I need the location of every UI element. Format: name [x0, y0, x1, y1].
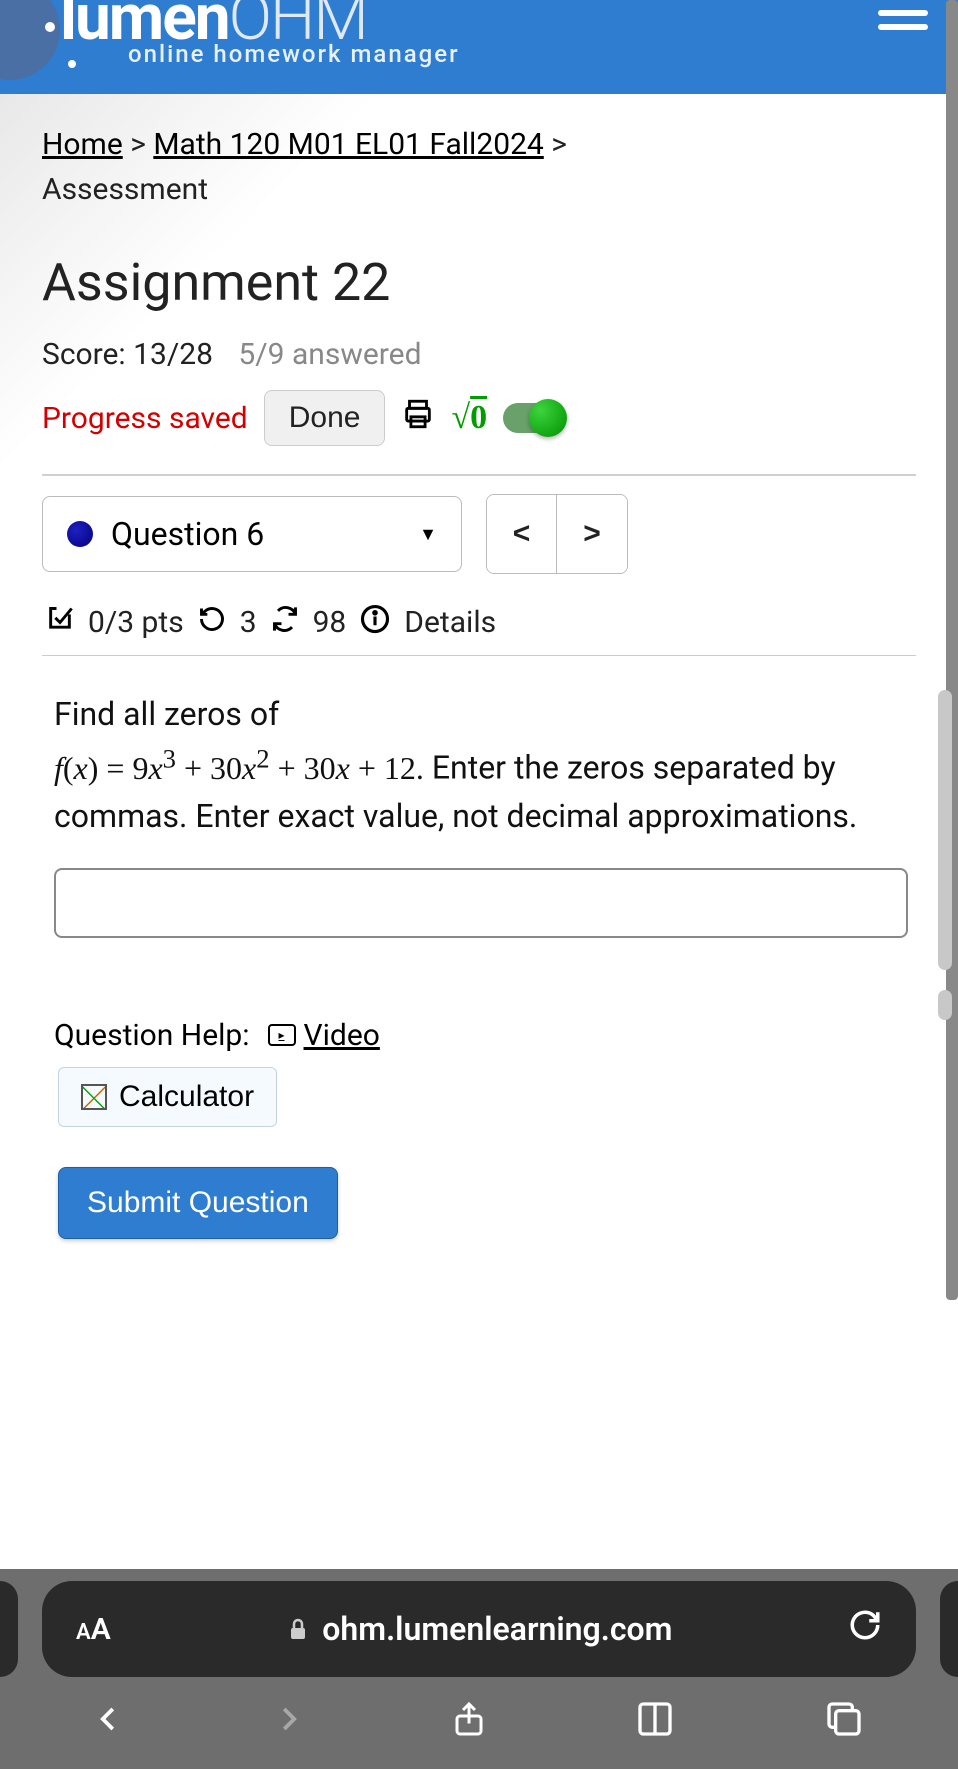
calculator-icon [81, 1084, 107, 1110]
logo-dot-icon [68, 60, 76, 68]
question-status-icon [67, 521, 93, 547]
hamburger-menu-icon[interactable] [878, 10, 928, 38]
score-value: 13/28 [133, 337, 213, 372]
points-label: 0/3 pts [88, 605, 184, 640]
question-dropdown[interactable]: Question 6 ▼ [42, 496, 462, 572]
scrollbar-thumb[interactable] [938, 990, 952, 1020]
lock-icon [286, 1615, 310, 1643]
logo-dot-icon [45, 22, 55, 32]
divider [42, 474, 916, 476]
breadcrumb-home[interactable]: Home [42, 127, 123, 162]
answer-input[interactable] [54, 868, 908, 938]
answered-count: 5/9 answered [238, 337, 421, 372]
video-link-label: Video [304, 1018, 380, 1053]
math-mode-toggle[interactable] [503, 403, 565, 433]
back-icon[interactable] [94, 1697, 124, 1751]
browser-url-bar[interactable]: AA ohm.lumenlearning.com [42, 1581, 916, 1677]
video-icon: ▸ [268, 1024, 296, 1046]
question-nav-row: Question 6 ▼ < > [42, 494, 916, 574]
breadcrumb: Home > Math 120 M01 EL01 Fall2024 > Asse… [42, 122, 916, 212]
browser-toolbar [0, 1697, 958, 1751]
calculator-button[interactable]: Calculator [58, 1067, 277, 1127]
tabs-icon[interactable] [824, 1699, 864, 1749]
browser-chrome: AA ohm.lumenlearning.com [0, 1569, 958, 1769]
page-title: Assignment 22 [42, 252, 916, 313]
breadcrumb-sep: > [551, 127, 567, 162]
page-scrollbar[interactable] [946, 0, 958, 1300]
video-help-link[interactable]: ▸ Video [268, 1018, 380, 1053]
text-size-button[interactable]: AA [76, 1612, 111, 1647]
divider [42, 655, 916, 656]
prev-question-button[interactable]: < [487, 495, 557, 573]
bookmarks-icon[interactable] [635, 1699, 675, 1749]
scrollbar-thumb[interactable] [938, 690, 952, 970]
breadcrumb-page: Assessment [42, 172, 208, 207]
question-meta: 0/3 pts 3 98 Details [42, 598, 916, 655]
details-link[interactable]: Details [404, 605, 496, 640]
done-button[interactable]: Done [264, 390, 386, 446]
browser-side-control[interactable] [0, 1581, 18, 1677]
progress-saved-label: Progress saved [42, 401, 248, 436]
calculator-label: Calculator [119, 1080, 254, 1114]
question-dropdown-label: Question 6 [111, 515, 264, 553]
breadcrumb-course[interactable]: Math 120 M01 EL01 Fall2024 [153, 127, 543, 162]
retry-icon [198, 605, 226, 640]
breadcrumb-sep: > [130, 127, 153, 162]
question-nav-buttons: < > [486, 494, 628, 574]
question-math: f(x) = 9x3 + 30x2 + 30x + 12. [54, 750, 432, 786]
progress-row: Progress saved Done √0 [42, 390, 916, 446]
url-text: ohm.lumenlearning.com [322, 1610, 672, 1648]
checkbox-icon [46, 605, 74, 640]
brand-tagline: online homework manager [128, 40, 460, 68]
question-text: Find all zeros of [54, 695, 279, 733]
math-mode-icon: √0 [451, 399, 487, 437]
submit-question-button[interactable]: Submit Question [58, 1167, 338, 1239]
reload-icon[interactable] [848, 1608, 882, 1651]
print-icon[interactable] [401, 397, 435, 440]
logo-circle [0, 0, 60, 80]
main-content: Home > Math 120 M01 EL01 Fall2024 > Asse… [0, 94, 958, 1239]
regenerate-icon [271, 605, 299, 640]
score-label: Score: [42, 337, 126, 372]
next-question-button[interactable]: > [557, 495, 627, 573]
forward-icon[interactable] [273, 1697, 303, 1751]
attempts-remaining: 3 [240, 605, 257, 640]
browser-side-control[interactable] [940, 1581, 958, 1677]
help-label: Question Help: [54, 1018, 250, 1053]
regen-count: 98 [313, 605, 347, 640]
app-header: lumenOHM online homework manager [0, 0, 958, 94]
info-icon[interactable] [360, 604, 390, 641]
share-icon[interactable] [451, 1697, 487, 1751]
chevron-down-icon: ▼ [419, 524, 437, 545]
question-help-row: Question Help: ▸ Video [42, 1018, 916, 1053]
url-display: ohm.lumenlearning.com [135, 1610, 824, 1648]
question-body: Find all zeros of f(x) = 9x3 + 30x2 + 30… [42, 690, 916, 938]
score-row: Score: 13/28 5/9 answered [42, 337, 916, 372]
